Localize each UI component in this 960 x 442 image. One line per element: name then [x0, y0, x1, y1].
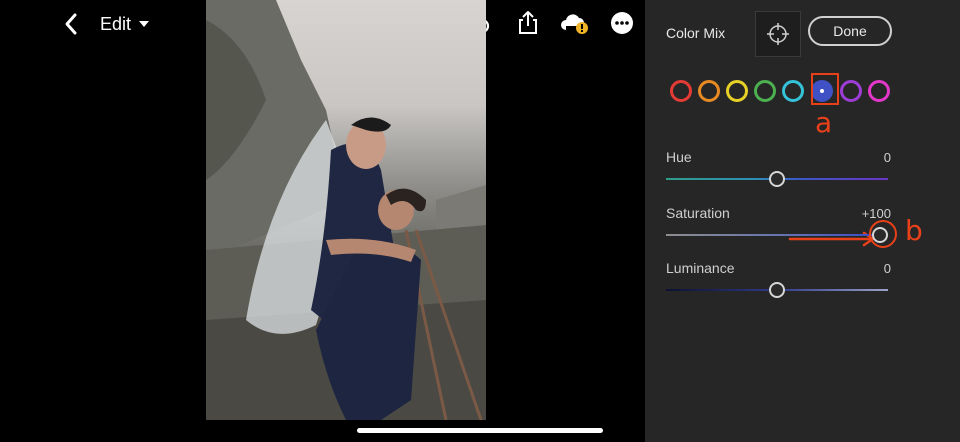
- annotation-swatch-highlight: [811, 73, 839, 105]
- saturation-slider-track[interactable]: [666, 234, 888, 236]
- swatch-purple[interactable]: [840, 80, 862, 102]
- swatch-orange[interactable]: [698, 80, 720, 102]
- hue-value: 0: [883, 150, 891, 165]
- swatch-aqua[interactable]: [782, 80, 804, 102]
- hue-slider-thumb[interactable]: [769, 171, 785, 187]
- annotation-thumb-circle: [869, 220, 897, 248]
- photo-canvas[interactable]: [206, 0, 486, 420]
- crosshair-icon: [767, 23, 789, 45]
- edit-mode-dropdown[interactable]: Edit: [100, 12, 150, 36]
- cloud-sync-warning-icon: [561, 14, 588, 34]
- share-button[interactable]: [515, 10, 541, 36]
- edit-label: Edit: [100, 13, 132, 34]
- home-indicator: [357, 428, 603, 433]
- swatch-green[interactable]: [754, 80, 776, 102]
- targeted-adjustment-button[interactable]: [755, 11, 801, 57]
- back-icon: [65, 13, 77, 35]
- chevron-down-icon: [139, 21, 150, 27]
- swatch-magenta[interactable]: [868, 80, 890, 102]
- swatch-red[interactable]: [670, 80, 692, 102]
- luminance-slider-thumb[interactable]: [769, 282, 785, 298]
- done-button[interactable]: Done: [808, 16, 892, 46]
- cloud-sync-button[interactable]: [559, 10, 591, 36]
- back-button[interactable]: [60, 10, 84, 38]
- photo-image: [206, 0, 486, 420]
- annotation-label-b: b: [905, 214, 923, 247]
- swatch-yellow[interactable]: [726, 80, 748, 102]
- annotation-label-a: a: [815, 106, 833, 139]
- share-icon: [519, 11, 537, 34]
- annotation-arrow-icon: [788, 231, 875, 247]
- color-mix-panel: Color Mix Done a b Hue 0 Saturation +100: [645, 0, 960, 442]
- color-swatch-row: [670, 78, 900, 102]
- saturation-value: +100: [861, 206, 891, 221]
- more-icon: [611, 12, 633, 34]
- saturation-label: Saturation: [666, 205, 730, 221]
- luminance-value: 0: [883, 261, 891, 276]
- luminance-label: Luminance: [666, 260, 735, 276]
- panel-title: Color Mix: [666, 25, 726, 41]
- more-button[interactable]: [609, 10, 635, 36]
- hue-label: Hue: [666, 149, 692, 165]
